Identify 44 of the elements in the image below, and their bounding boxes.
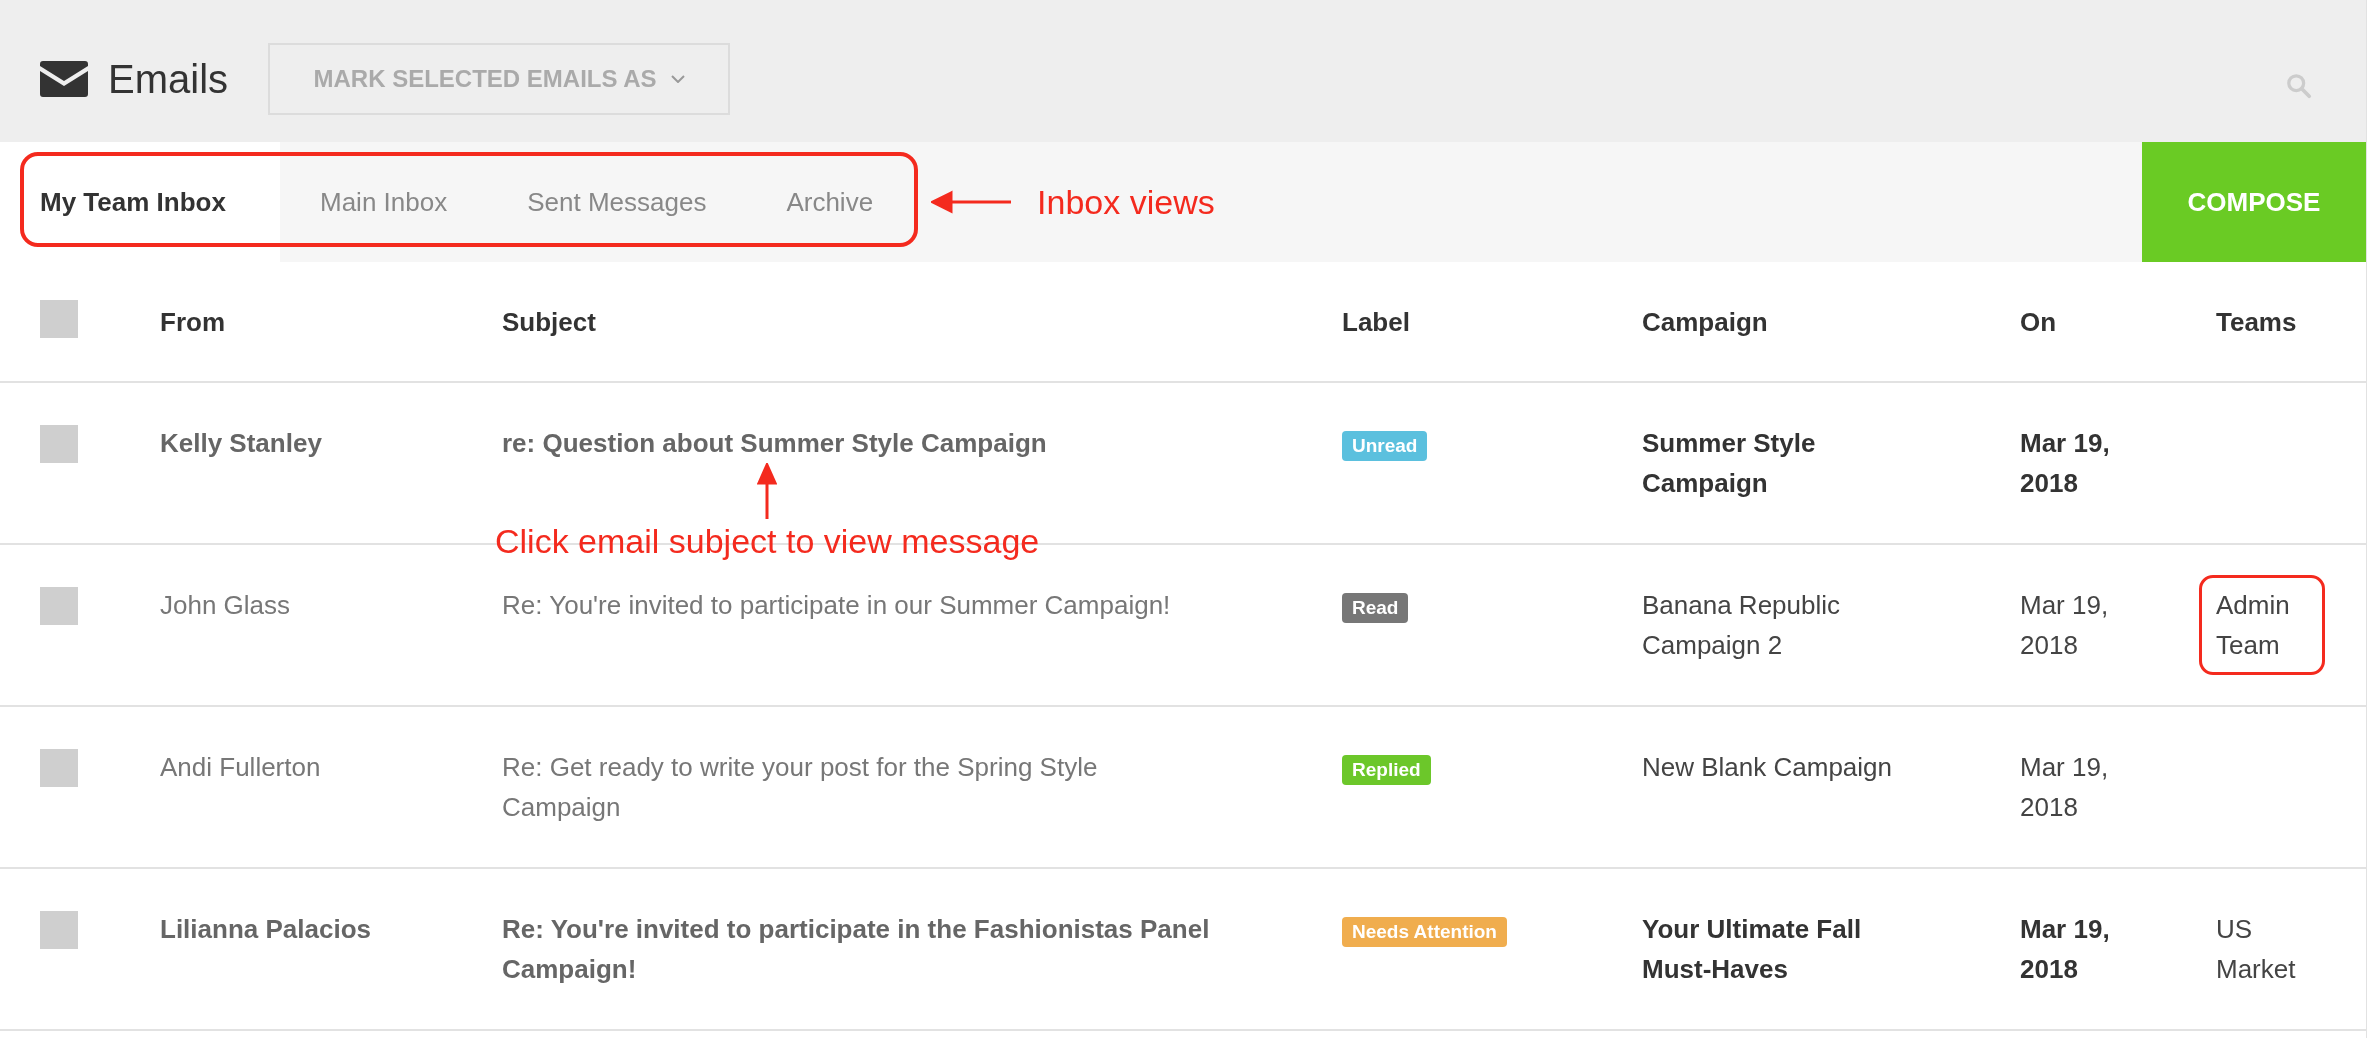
inbox-tab[interactable]: Sent Messages — [487, 142, 747, 262]
row-checkbox[interactable] — [40, 425, 78, 463]
inbox-tab[interactable]: Archive — [746, 142, 914, 262]
date-text: Mar 19, 2018 — [2020, 427, 2111, 500]
date-text: Mar 19, 2018 — [2020, 913, 2111, 986]
annotation-text: Click email subject to view message — [495, 521, 1040, 562]
page-title: Emails — [108, 56, 229, 102]
search-icon[interactable] — [2286, 73, 2312, 99]
campaign-name: Banana Republic Campaign 2 — [1642, 590, 1841, 660]
email-subject-link[interactable]: re: Question about Summer Style Campaign — [502, 423, 1218, 463]
sender-name: Andi Fullerton — [160, 752, 321, 782]
email-subject-link[interactable]: Re: Get ready to write your post for the Spring Style Campaign — [502, 747, 1218, 827]
team-name: Admin Team — [2199, 575, 2325, 675]
column-header: Campaign — [1642, 306, 1768, 337]
status-label: Replied — [1342, 755, 1431, 785]
envelope-icon — [40, 61, 88, 97]
inbox-tab[interactable]: My Team Inbox — [0, 142, 280, 262]
row-checkbox[interactable] — [40, 749, 78, 787]
team-name: US Market — [2216, 913, 2297, 986]
annotation-text: Inbox views — [1037, 182, 1215, 222]
column-header: Subject — [502, 306, 596, 337]
inbox-tab[interactable]: Main Inbox — [280, 142, 488, 262]
column-header: Teams — [2216, 306, 2297, 337]
sender-name: John Glass — [160, 590, 291, 620]
date-text: Mar 19, 2018 — [2020, 589, 2110, 662]
status-label: Read — [1342, 593, 1409, 623]
row-checkbox[interactable] — [40, 587, 78, 625]
annotation-arrow — [757, 463, 778, 519]
column-header: Label — [1342, 306, 1410, 337]
date-text: Mar 19, 2018 — [2020, 751, 2110, 824]
chevron-down-icon — [670, 75, 685, 83]
column-header: From — [160, 306, 225, 337]
row-checkbox[interactable] — [40, 911, 78, 949]
campaign-name: New Blank Campaign — [1642, 752, 1892, 782]
select-all-checkbox[interactable] — [40, 299, 78, 338]
status-label: Needs Attention — [1342, 917, 1507, 947]
column-header: On — [2020, 306, 2057, 337]
campaign-name: Summer Style Campaign — [1642, 428, 1816, 498]
campaign-name: Your Ultimate Fall Must-Haves — [1642, 914, 1862, 984]
sender-name: Kelly Stanley — [160, 428, 322, 458]
email-subject-link[interactable]: Re: You're invited to participate in our Summer Campaign! — [502, 585, 1218, 625]
sender-name: Lilianna Palacios — [160, 914, 371, 944]
email-subject-link[interactable]: Re: You're invited to participate in the Fashionistas Panel Campaign! — [502, 909, 1218, 989]
status-label: Unread — [1342, 431, 1428, 461]
